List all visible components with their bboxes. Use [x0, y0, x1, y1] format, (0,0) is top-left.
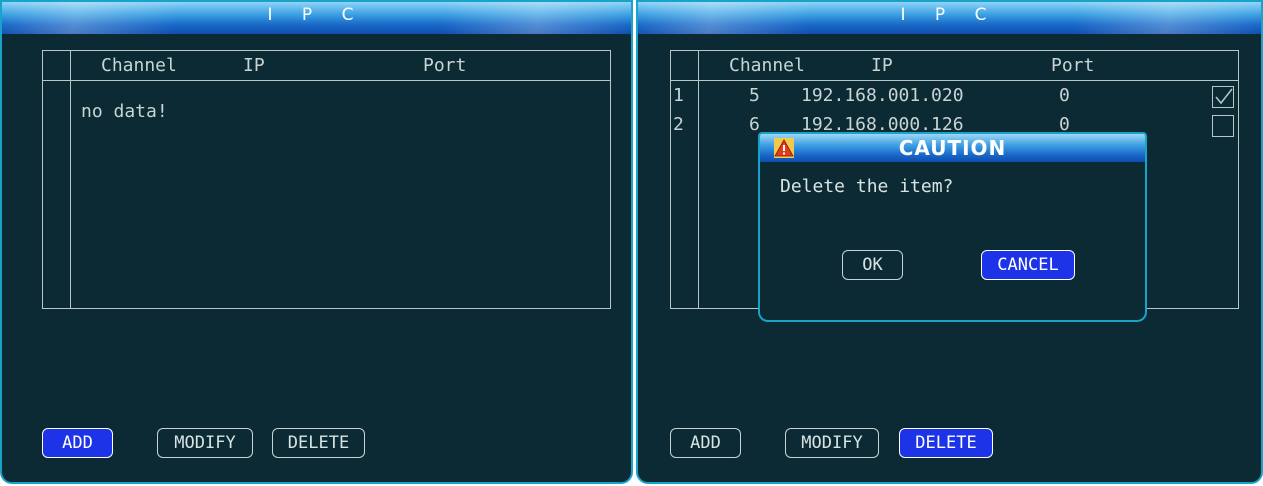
table-divider	[70, 51, 71, 308]
add-button[interactable]: ADD	[670, 428, 741, 458]
cancel-button[interactable]: CANCEL	[981, 250, 1075, 280]
ok-button[interactable]: OK	[842, 250, 903, 280]
delete-button[interactable]: DELETE	[272, 428, 365, 458]
row-checkbox[interactable]	[1212, 86, 1234, 108]
modify-button[interactable]: MODIFY	[157, 428, 253, 458]
column-header-channel: Channel	[729, 55, 805, 76]
row-port: 0	[1059, 85, 1070, 106]
row-index: 1	[673, 85, 684, 106]
column-header-port: Port	[1051, 55, 1095, 76]
title-bar: I P C	[2, 2, 631, 34]
ipc-table: Channel IP Port no data!	[42, 50, 611, 309]
dialog-message: Delete the item?	[780, 176, 954, 197]
column-header-channel: Channel	[101, 55, 177, 76]
title-bar: I P C	[638, 2, 1261, 34]
row-channel: 6	[749, 114, 760, 135]
page-title: I P C	[267, 5, 366, 25]
row-channel: 5	[749, 85, 760, 106]
table-header-divider	[43, 80, 610, 81]
delete-button[interactable]: DELETE	[899, 428, 993, 458]
row-ip: 192.168.001.020	[801, 85, 964, 106]
table-header-divider	[671, 80, 1238, 81]
row-checkbox[interactable]	[1212, 115, 1234, 137]
column-header-ip: IP	[243, 55, 265, 76]
row-index: 2	[673, 114, 684, 135]
empty-message: no data!	[81, 101, 168, 122]
caution-dialog: CAUTION Delete the item? OK CANCEL	[758, 132, 1147, 322]
dialog-title: CAUTION	[898, 136, 1007, 160]
ipc-panel-left: I P C Channel IP Port no data! ADD MODIF…	[0, 0, 633, 484]
modify-button[interactable]: MODIFY	[785, 428, 879, 458]
column-header-port: Port	[423, 55, 467, 76]
page-title: I P C	[900, 5, 999, 25]
add-button[interactable]: ADD	[42, 428, 113, 458]
dialog-title-bar: CAUTION	[760, 134, 1145, 162]
ipc-panel-right: I P C Channel IP Port 1 5 192.168.001.02…	[636, 0, 1263, 484]
table-divider	[698, 51, 699, 308]
checkmark-icon	[1215, 88, 1233, 105]
column-header-ip: IP	[871, 55, 893, 76]
